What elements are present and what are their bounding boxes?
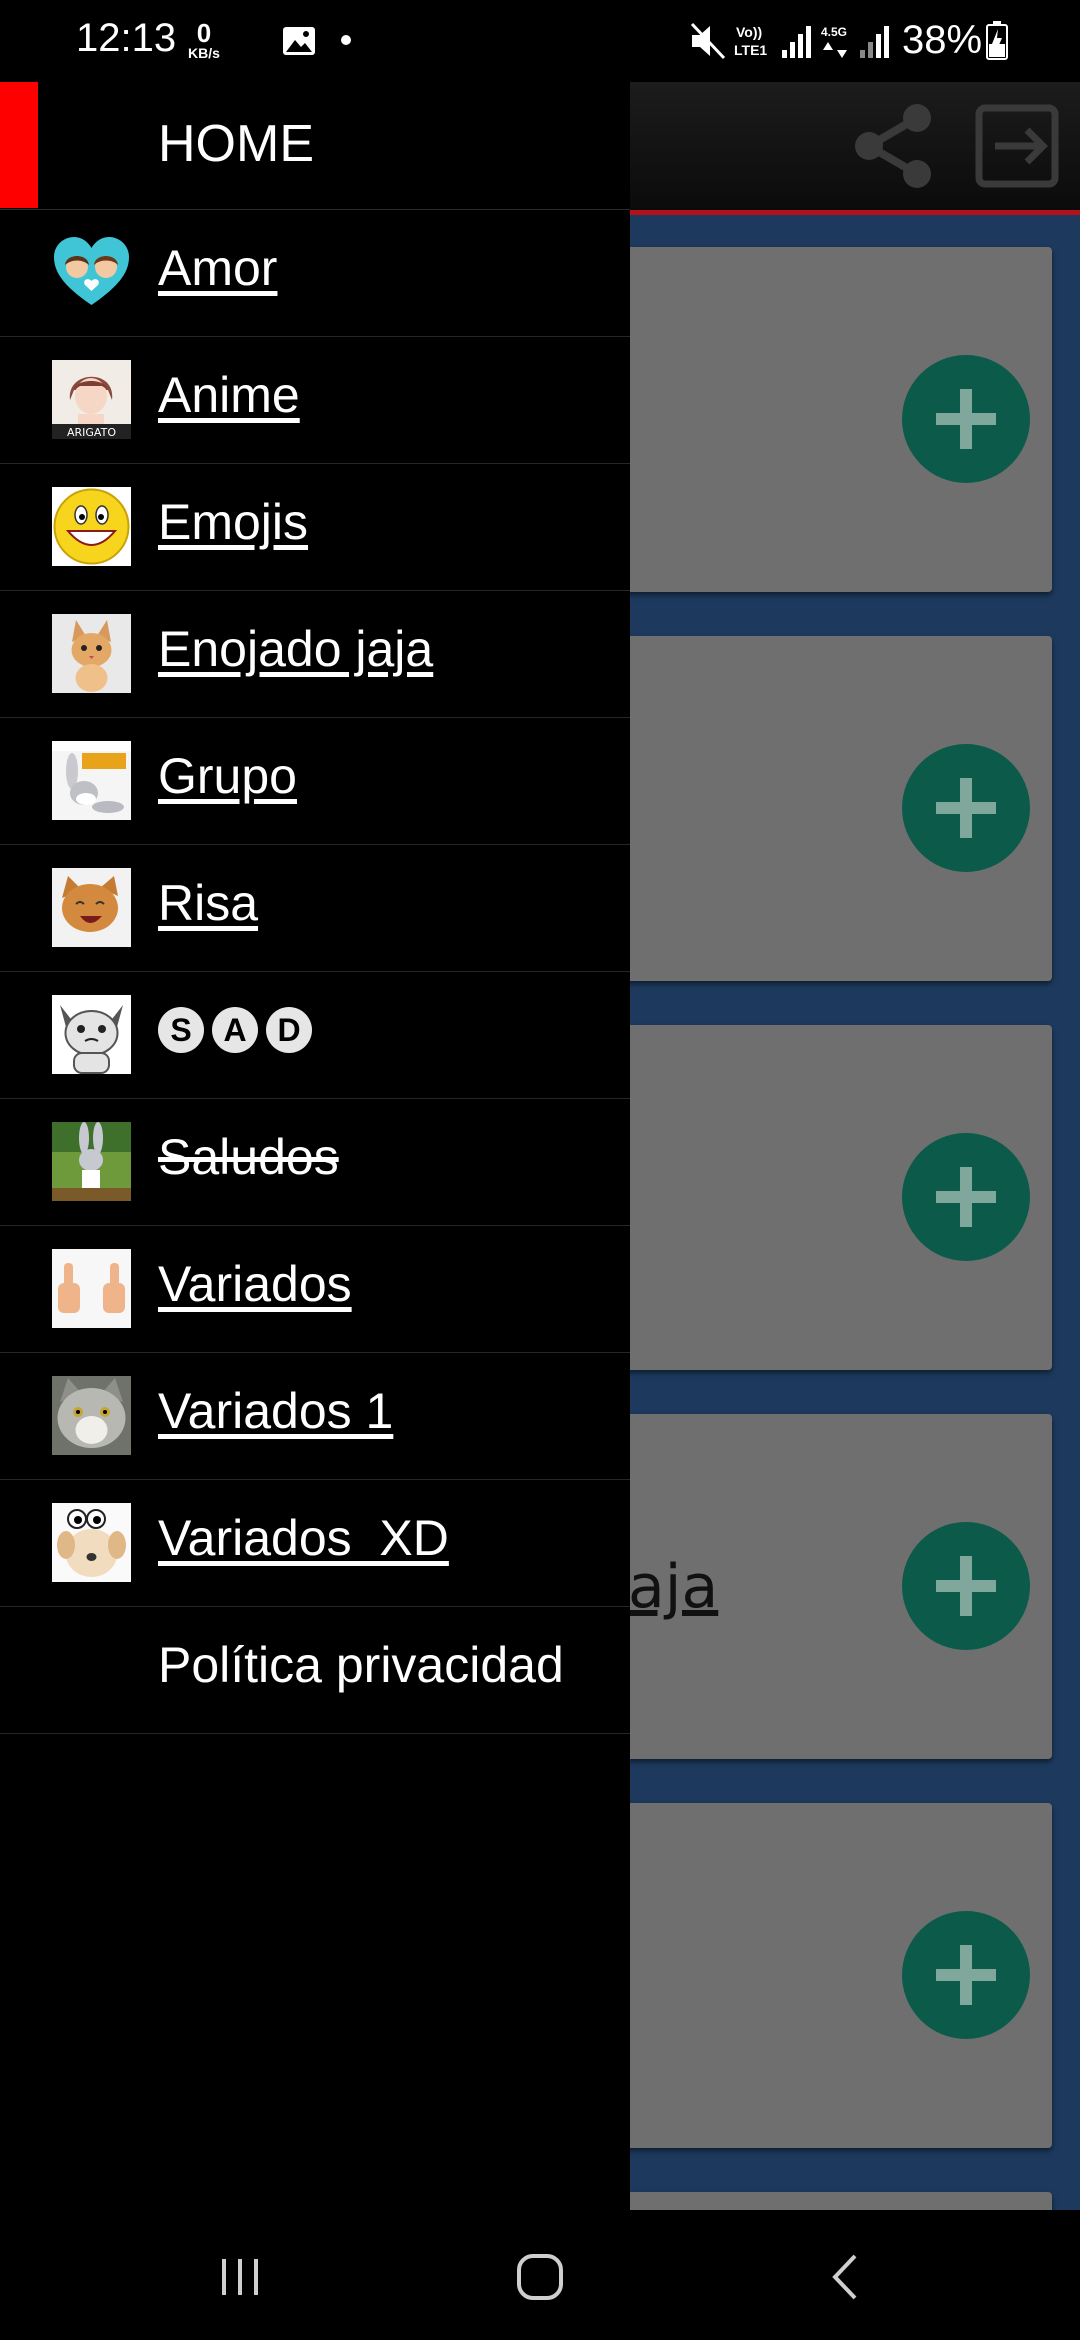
drawer-item-privacy-policy[interactable]: Política privacidad	[0, 1606, 630, 1734]
navigation-drawer: HOME Amor ARIGATO Anime Emojis Enojado j…	[0, 82, 630, 2213]
recents-icon	[222, 2258, 258, 2295]
battery-percent: 38%	[902, 18, 983, 62]
drawer-item-amor[interactable]: Amor	[0, 209, 630, 337]
drawer-item-anime[interactable]: ARIGATO Anime	[0, 336, 630, 464]
signal-icon	[860, 26, 889, 58]
hearts-couple-icon	[52, 233, 131, 312]
drawer-item-label: Política privacidad	[158, 1637, 564, 1693]
drawer-item-label: Variados XD	[158, 1510, 449, 1566]
category-card[interactable]: aja	[570, 1414, 1052, 1759]
svg-text:4.5G: 4.5G	[821, 25, 847, 39]
svg-text:Vo)): Vo))	[736, 24, 762, 40]
drawer-item-enojado-jaja[interactable]: Enojado jaja	[0, 590, 630, 718]
network-speed: 0 KB/s	[186, 20, 222, 60]
home-label: HOME	[158, 115, 314, 173]
plus-icon	[936, 1556, 996, 1616]
share-icon[interactable]	[838, 82, 948, 210]
drawer-item-label: Risa	[158, 875, 259, 931]
add-button[interactable]	[902, 1911, 1030, 2039]
mute-icon	[690, 22, 726, 60]
sad-pikachu-thumbnail	[52, 995, 131, 1074]
battery-charging-icon	[986, 21, 1008, 60]
bugs-bunny-greeting-thumbnail	[52, 1122, 131, 1201]
add-button[interactable]	[902, 1522, 1030, 1650]
svg-text:LTE1: LTE1	[734, 42, 767, 58]
kitten-thumbnail	[52, 614, 131, 693]
drawer-item-grupo[interactable]: Grupo	[0, 717, 630, 845]
category-card[interactable]	[570, 1803, 1052, 2148]
drawer-item-label: Amor	[158, 240, 278, 296]
drawer-item-variados-1[interactable]: Variados 1	[0, 1352, 630, 1480]
plus-icon	[936, 778, 996, 838]
add-button[interactable]	[902, 744, 1030, 872]
network-speed-unit: KB/s	[188, 45, 220, 61]
drawer-header[interactable]: HOME	[0, 82, 630, 210]
add-button[interactable]	[902, 1133, 1030, 1261]
data-indicator-icon: 4.5G	[821, 25, 847, 58]
category-card[interactable]	[570, 1025, 1052, 1370]
drawer-item-label: Anime	[158, 367, 300, 423]
clock: 12:13	[76, 16, 177, 60]
sad-letter: A	[212, 1007, 258, 1053]
home-button[interactable]	[470, 2213, 610, 2340]
status-bar: 12:13 0 KB/s Vo)) LTE1 4.5G 38%	[0, 0, 1080, 82]
drawer-item-emojis[interactable]: Emojis	[0, 463, 630, 591]
drawer-item-label: Enojado jaja	[158, 621, 434, 677]
exit-icon[interactable]	[962, 82, 1072, 210]
card-title: aja	[628, 1552, 719, 1622]
drawer-item-label: Saludos	[158, 1129, 339, 1185]
drawer-item-label: Grupo	[158, 748, 297, 804]
plus-icon	[936, 1167, 996, 1227]
back-button[interactable]	[775, 2213, 915, 2340]
home-icon	[517, 2253, 563, 2300]
sad-letter: D	[266, 1007, 312, 1053]
gallery-icon	[283, 27, 315, 55]
plus-icon	[936, 389, 996, 449]
drawer-item-label: Variados	[158, 1256, 352, 1312]
system-navigation-bar	[0, 2213, 1080, 2340]
anime-girl-thumbnail: ARIGATO	[52, 360, 131, 439]
volte-icon: Vo)) LTE1	[734, 24, 767, 58]
svg-text:ARIGATO: ARIGATO	[67, 426, 116, 439]
recents-button[interactable]	[170, 2213, 310, 2340]
category-card[interactable]	[570, 247, 1052, 592]
back-icon	[832, 2254, 857, 2299]
grumpy-cat-thumbnail	[52, 1376, 131, 1455]
sad-letter: S	[158, 1007, 204, 1053]
dot-icon	[341, 35, 351, 45]
drawer-item-label: Emojis	[158, 494, 309, 550]
thumbs-up-thumbnail	[52, 1249, 131, 1328]
sad-letters: S A D	[158, 1007, 312, 1053]
drawer-item-sad[interactable]: S A D	[0, 971, 630, 1099]
smiley-emoji-icon	[52, 487, 131, 566]
plus-icon	[936, 1945, 996, 2005]
category-card[interactable]	[570, 636, 1052, 981]
category-card[interactable]	[570, 2192, 1052, 2210]
drawer-item-saludos[interactable]: Saludos	[0, 1098, 630, 1226]
drawer-item-variados[interactable]: Variados	[0, 1225, 630, 1353]
network-speed-value: 0	[196, 18, 212, 48]
signal-icon	[782, 26, 811, 58]
laughing-cat-thumbnail	[52, 868, 131, 947]
drawer-item-risa[interactable]: Risa	[0, 844, 630, 972]
drawer-item-label: Variados 1	[158, 1383, 394, 1439]
drawer-item-variados-xd[interactable]: Variados XD	[0, 1479, 630, 1607]
selected-indicator	[0, 82, 38, 208]
puppy-thumbnail	[52, 1503, 131, 1582]
add-button[interactable]	[902, 355, 1030, 483]
bugs-bunny-thumbnail	[52, 741, 131, 820]
